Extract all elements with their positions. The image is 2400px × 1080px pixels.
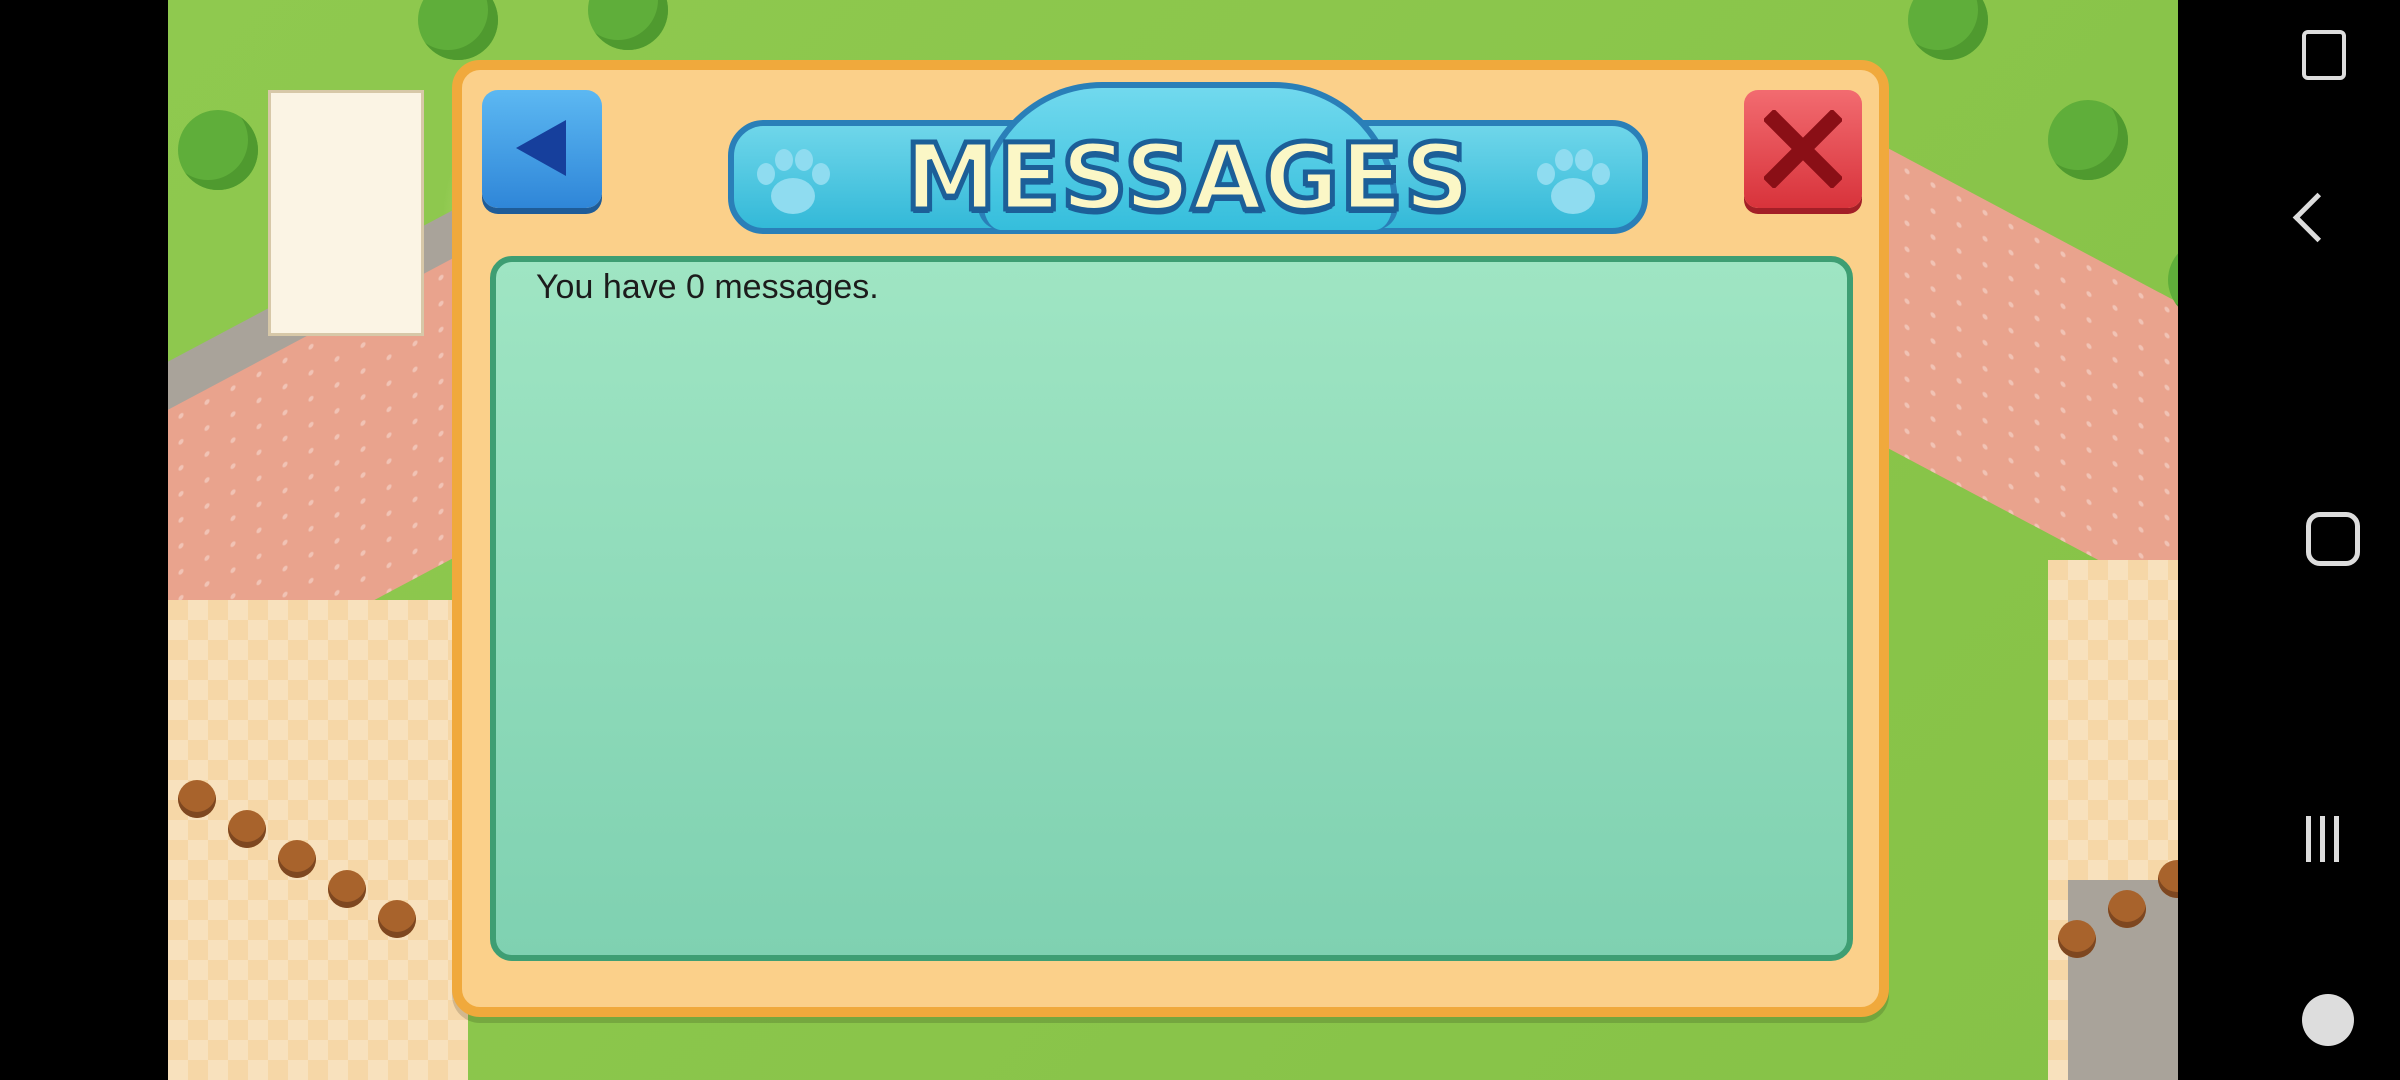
back-button[interactable] (482, 90, 602, 208)
barrel (228, 810, 266, 848)
barrel (2058, 920, 2096, 958)
barrel (378, 900, 416, 938)
empty-messages-text: You have 0 messages. (536, 268, 879, 306)
rotate-screen-icon[interactable] (2302, 30, 2346, 80)
x-icon (1764, 110, 1842, 188)
recents-icon[interactable] (2306, 816, 2354, 864)
barrel (178, 780, 216, 818)
brick-wall-right (1868, 137, 2178, 603)
close-button[interactable] (1744, 90, 1862, 208)
dialog-title: MESSAGES (902, 122, 1473, 234)
system-navigation-bar (2178, 0, 2400, 1080)
tree (2048, 100, 2128, 180)
tree (588, 0, 668, 50)
shop-floor-left (168, 600, 468, 1080)
townhouse (268, 90, 424, 336)
home-icon[interactable] (2306, 512, 2360, 566)
title-banner: MESSAGES (728, 82, 1648, 234)
tree (418, 0, 498, 60)
tree (1908, 0, 1988, 60)
barrel (328, 870, 366, 908)
tree (178, 110, 258, 190)
left-triangle-icon (516, 120, 566, 176)
barrel (278, 840, 316, 878)
barrel (2108, 890, 2146, 928)
message-list-panel: You have 0 messages. (490, 256, 1853, 961)
game-tools-icon[interactable] (2302, 994, 2354, 1046)
